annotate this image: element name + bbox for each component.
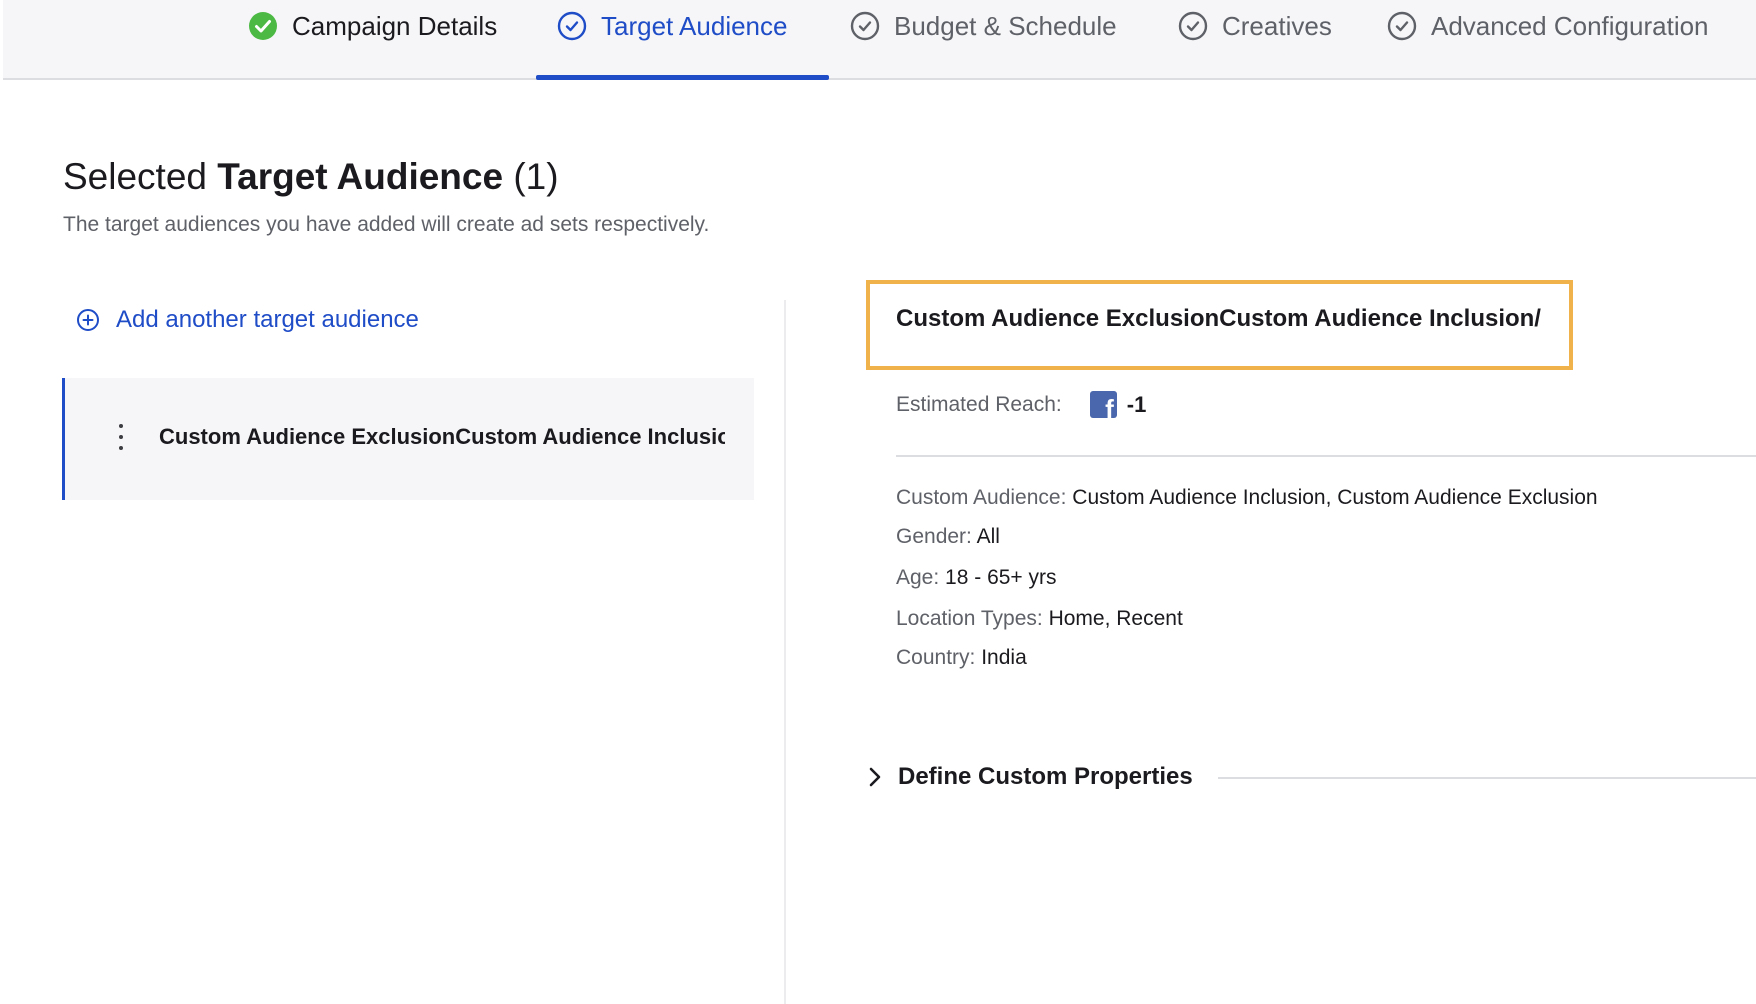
chevron-right-icon [869,767,881,787]
add-target-audience-button[interactable]: Add another target audience [76,306,419,334]
plus-circle-icon [77,309,99,331]
property-value: All [976,525,1000,548]
property-age: Age: 18 - 65+ yrs [896,566,1057,590]
property-gender: Gender: All [896,525,1000,549]
facebook-icon: f [1089,391,1117,418]
property-key: Custom Audience: [896,486,1067,509]
divider [1218,777,1756,779]
column-divider [784,300,786,1004]
detail-title: Custom Audience ExclusionCustom Audience… [896,305,1541,332]
estimated-reach-label: Estimated Reach: [896,392,1062,416]
step-creatives[interactable]: Creatives [1178,0,1332,52]
check-circle-outline-icon [557,11,587,41]
step-target-audience[interactable]: Target Audience [557,0,787,52]
define-custom-properties-label: Define Custom Properties [898,763,1193,790]
step-label: Budget & Schedule [894,10,1117,41]
define-custom-properties-toggle[interactable]: Define Custom Properties [866,763,1193,791]
check-circle-outline-icon [850,11,880,41]
active-step-indicator [536,75,829,80]
audience-list-item-name: Custom Audience ExclusionCustom Audience… [159,424,725,449]
step-label: Target Audience [601,10,788,41]
page-title: Selected Target Audience (1) [63,156,559,198]
step-navigation: Campaign Details Target Audience Budget … [3,0,1756,80]
divider [896,455,1756,457]
property-value: Custom Audience Inclusion, Custom Audien… [1072,486,1598,509]
estimated-reach: Estimated Reach: f -1 [896,391,1146,418]
add-target-audience-label: Add another target audience [116,306,419,333]
property-key: Age: [896,566,940,589]
property-country: Country: India [896,646,1027,670]
property-key: Location Types: [896,607,1043,630]
property-key: Country: [896,646,976,669]
step-label: Advanced Configuration [1431,10,1709,41]
more-options-icon[interactable] [115,424,127,450]
property-custom-audience: Custom Audience: Custom Audience Inclusi… [896,486,1598,510]
step-label: Campaign Details [292,10,498,41]
property-value: Home, Recent [1048,607,1183,630]
check-circle-filled-icon [249,12,277,40]
page-title-bold: Target Audience [217,156,504,197]
check-circle-outline-icon [1178,11,1208,41]
audience-list-item[interactable]: Custom Audience ExclusionCustom Audience… [62,378,754,500]
step-advanced-configuration[interactable]: Advanced Configuration [1387,0,1709,52]
page-subtitle: The target audiences you have added will… [63,213,710,236]
step-budget-schedule[interactable]: Budget & Schedule [850,0,1117,52]
property-key: Gender: [896,525,972,548]
step-campaign-details[interactable]: Campaign Details [248,0,497,52]
property-value: 18 - 65+ yrs [945,566,1057,589]
estimated-reach-value: -1 [1126,391,1147,417]
step-label: Creatives [1222,10,1332,41]
check-circle-outline-icon [1387,11,1417,41]
property-value: India [981,646,1027,669]
property-location-types: Location Types: Home, Recent [896,607,1183,631]
page-title-count: (1) [503,156,559,197]
page-title-prefix: Selected [63,156,218,197]
